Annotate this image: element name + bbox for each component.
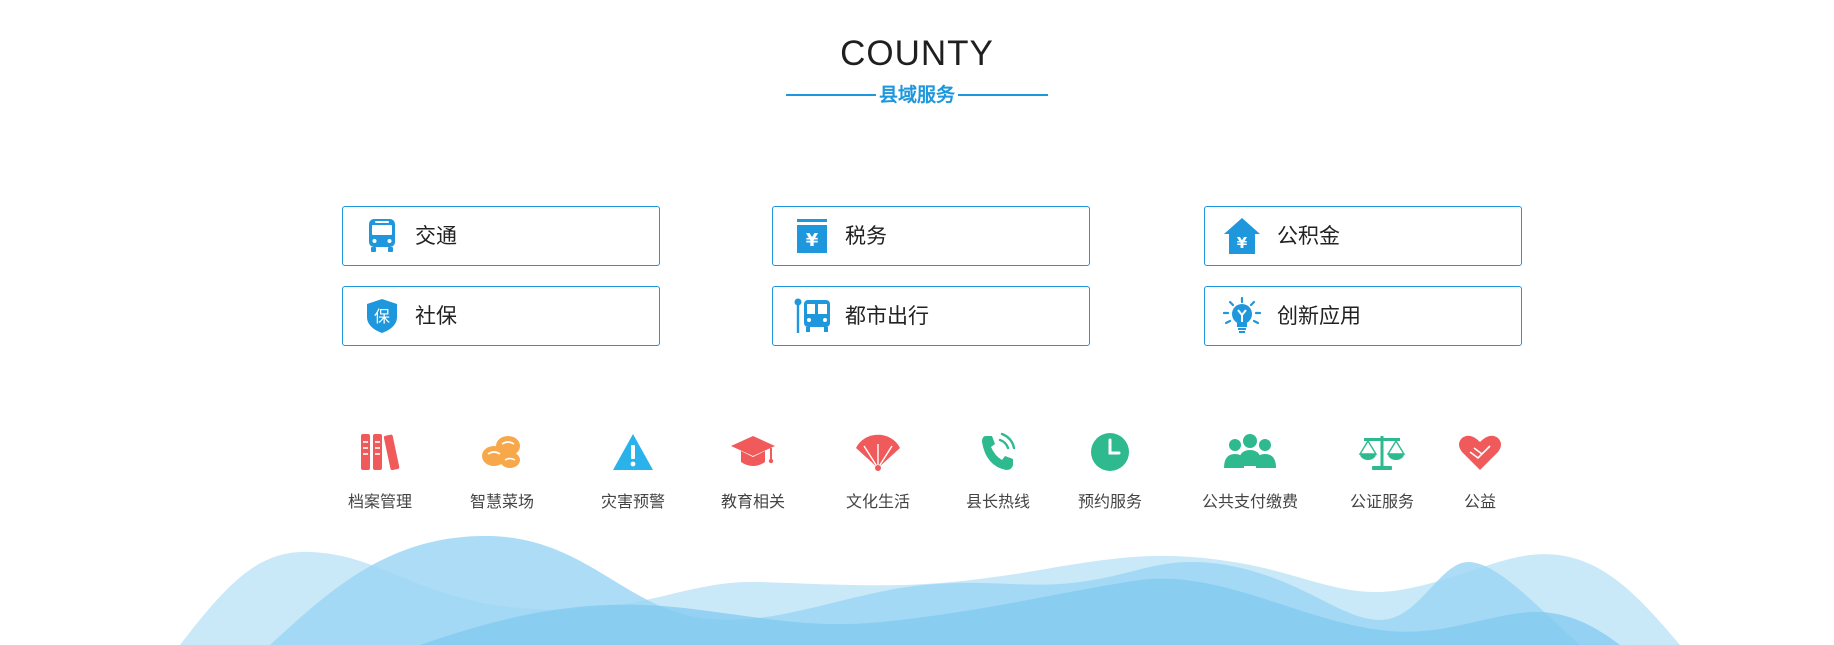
- fan-icon: [856, 434, 900, 471]
- service-label: 公共支付缴费: [1201, 492, 1298, 511]
- card-tax[interactable]: ¥ 税务: [772, 206, 1090, 266]
- section-subtitle-row: 县域服务: [786, 80, 1048, 110]
- card-label: 税务: [845, 224, 887, 248]
- service-label: 公益: [1463, 492, 1496, 511]
- svg-text:¥: ¥: [1237, 234, 1248, 252]
- warning-icon: [613, 434, 653, 470]
- card-label: 交通: [415, 224, 457, 248]
- subtitle-line-right: [958, 94, 1048, 96]
- service-public-payment[interactable]: 公共支付缴费: [1180, 430, 1320, 512]
- service-disaster-warning[interactable]: 灾害预警: [563, 430, 703, 512]
- service-appointment[interactable]: 预约服务: [1040, 430, 1180, 512]
- house-yuan-icon: ¥: [1224, 218, 1260, 254]
- service-label: 智慧菜场: [469, 492, 534, 511]
- bus-icon: [369, 219, 395, 252]
- bus-stop-icon: [794, 298, 830, 333]
- clock-icon: [1091, 433, 1129, 471]
- card-label: 社保: [415, 304, 457, 328]
- heart-hands-icon: [1459, 435, 1501, 470]
- card-label: 公积金: [1277, 224, 1340, 248]
- tax-yuan-icon: ¥: [797, 219, 827, 253]
- card-label: 都市出行: [845, 304, 929, 328]
- svg-text:保: 保: [374, 307, 390, 326]
- svg-text:¥: ¥: [806, 230, 819, 251]
- section-title-english: COUNTY: [840, 34, 994, 73]
- graduation-cap-icon: [731, 436, 775, 466]
- service-label: 档案管理: [347, 492, 412, 511]
- card-social-security[interactable]: 保 社保: [342, 286, 660, 346]
- service-label: 灾害预警: [600, 492, 665, 511]
- phone-icon: [982, 432, 1016, 470]
- card-innovation[interactable]: 创新应用: [1204, 286, 1522, 346]
- section-title-chinese: 县域服务: [878, 84, 956, 106]
- service-education[interactable]: 教育相关: [683, 430, 823, 512]
- shield-bao-icon: 保: [367, 299, 397, 333]
- service-label: 预约服务: [1077, 492, 1142, 511]
- service-archive[interactable]: 档案管理: [310, 430, 450, 512]
- archive-books-icon: [361, 434, 400, 471]
- service-label: 文化生活: [845, 492, 910, 511]
- card-city-travel[interactable]: 都市出行: [772, 286, 1090, 346]
- peanut-icon: [482, 436, 520, 468]
- service-culture-life[interactable]: 文化生活: [808, 430, 948, 512]
- card-transport[interactable]: 交通: [342, 206, 660, 266]
- scales-icon: [1358, 436, 1406, 470]
- card-housing-fund[interactable]: ¥ 公积金: [1204, 206, 1522, 266]
- service-label: 教育相关: [720, 492, 785, 511]
- subtitle-line-left: [786, 94, 876, 96]
- group-icon: [1224, 434, 1276, 468]
- lightbulb-icon: [1223, 297, 1261, 333]
- service-smart-market[interactable]: 智慧菜场: [432, 430, 572, 512]
- section-header: COUNTY 县域服务: [0, 34, 1834, 110]
- decorative-waves: [180, 535, 1680, 645]
- card-label: 创新应用: [1277, 304, 1361, 328]
- service-public-welfare[interactable]: 公益: [1410, 430, 1550, 512]
